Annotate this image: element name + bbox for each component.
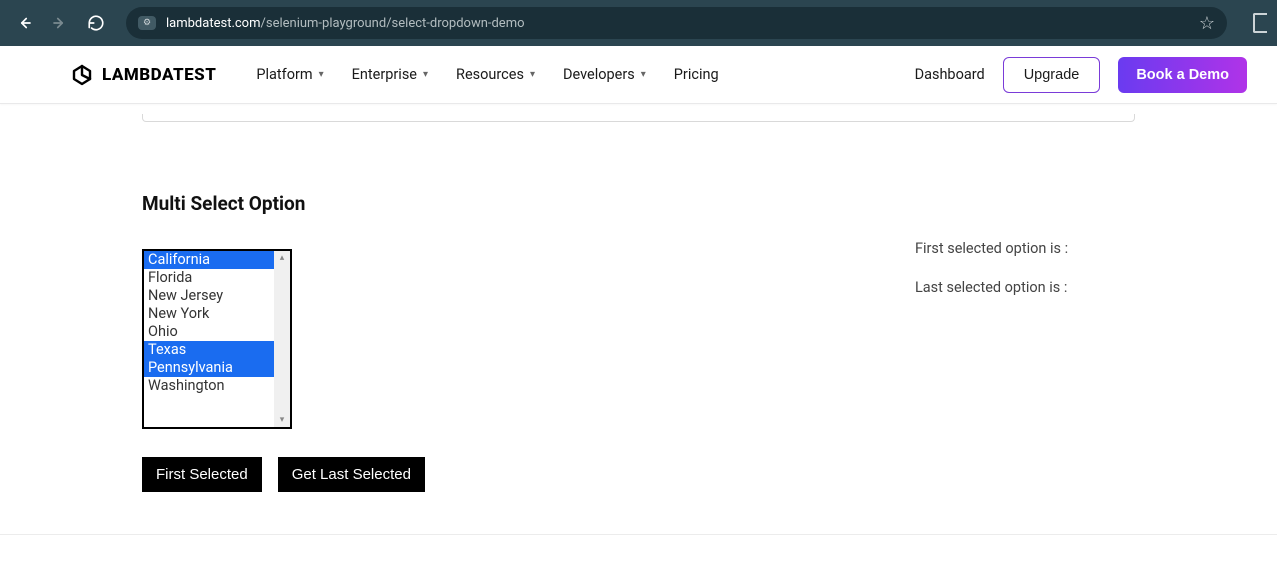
scroll-up-icon[interactable]: ▴: [280, 251, 285, 265]
listbox-option[interactable]: Washington: [144, 377, 274, 395]
scroll-down-icon[interactable]: ▾: [280, 413, 285, 427]
first-selected-button[interactable]: First Selected: [142, 457, 262, 492]
bookmark-star-icon[interactable]: ☆: [1199, 13, 1215, 34]
multi-select-listbox[interactable]: CaliforniaFloridaNew JerseyNew YorkOhioT…: [142, 249, 292, 429]
nav-enterprise[interactable]: Enterprise ▾: [352, 66, 428, 83]
footer-divider: [0, 534, 1277, 535]
section-heading: Multi Select Option: [142, 192, 425, 215]
logo[interactable]: LAMBDATEST: [70, 63, 216, 87]
nav-pricing[interactable]: Pricing: [674, 66, 719, 83]
nav-label: Developers: [563, 66, 635, 83]
chevron-down-icon: ▾: [641, 69, 646, 80]
result-panel: First selected option is : Last selected…: [915, 192, 1068, 296]
back-button[interactable]: [10, 9, 38, 37]
first-selected-result: First selected option is :: [915, 240, 1068, 257]
dashboard-link[interactable]: Dashboard: [915, 66, 985, 83]
nav-label: Platform: [256, 66, 312, 83]
previous-section-bottom: [142, 114, 1135, 122]
last-selected-result: Last selected option is :: [915, 279, 1068, 296]
side-panel-icon[interactable]: [1253, 13, 1267, 33]
listbox-option[interactable]: California: [144, 251, 274, 269]
multi-select-section: Multi Select Option CaliforniaFloridaNew…: [0, 122, 1277, 492]
upgrade-button[interactable]: Upgrade: [1003, 57, 1101, 93]
nav-label: Pricing: [674, 66, 719, 83]
url-text: lambdatest.com/selenium-playground/selec…: [166, 16, 525, 31]
listbox-option[interactable]: Texas: [144, 341, 274, 359]
site-settings-icon[interactable]: ⚙: [138, 16, 156, 30]
action-buttons: First Selected Get Last Selected: [142, 457, 425, 492]
chevron-down-icon: ▾: [530, 69, 535, 80]
logo-icon: [70, 63, 94, 87]
nav-developers[interactable]: Developers ▾: [563, 66, 646, 83]
browser-chrome: ⚙ lambdatest.com/selenium-playground/sel…: [0, 0, 1277, 46]
get-last-selected-button[interactable]: Get Last Selected: [278, 457, 425, 492]
nav-platform[interactable]: Platform ▾: [256, 66, 323, 83]
site-header: LAMBDATEST Platform ▾ Enterprise ▾ Resou…: [0, 46, 1277, 104]
logo-text: LAMBDATEST: [102, 65, 216, 85]
listbox-option[interactable]: Pennsylvania: [144, 359, 274, 377]
listbox-scrollbar[interactable]: ▴ ▾: [274, 251, 290, 427]
nav-resources[interactable]: Resources ▾: [456, 66, 535, 83]
main-nav: Platform ▾ Enterprise ▾ Resources ▾ Deve…: [256, 66, 718, 83]
listbox-option[interactable]: Ohio: [144, 323, 274, 341]
listbox-option[interactable]: Florida: [144, 269, 274, 287]
chevron-down-icon: ▾: [423, 69, 428, 80]
listbox-option[interactable]: New York: [144, 305, 274, 323]
reload-button[interactable]: [82, 9, 110, 37]
url-bar[interactable]: ⚙ lambdatest.com/selenium-playground/sel…: [126, 7, 1227, 39]
forward-button[interactable]: [46, 9, 74, 37]
chevron-down-icon: ▾: [319, 69, 324, 80]
nav-label: Resources: [456, 66, 524, 83]
nav-label: Enterprise: [352, 66, 417, 83]
listbox-option[interactable]: New Jersey: [144, 287, 274, 305]
header-right: Dashboard Upgrade Book a Demo: [915, 57, 1247, 93]
book-demo-button[interactable]: Book a Demo: [1118, 57, 1247, 93]
